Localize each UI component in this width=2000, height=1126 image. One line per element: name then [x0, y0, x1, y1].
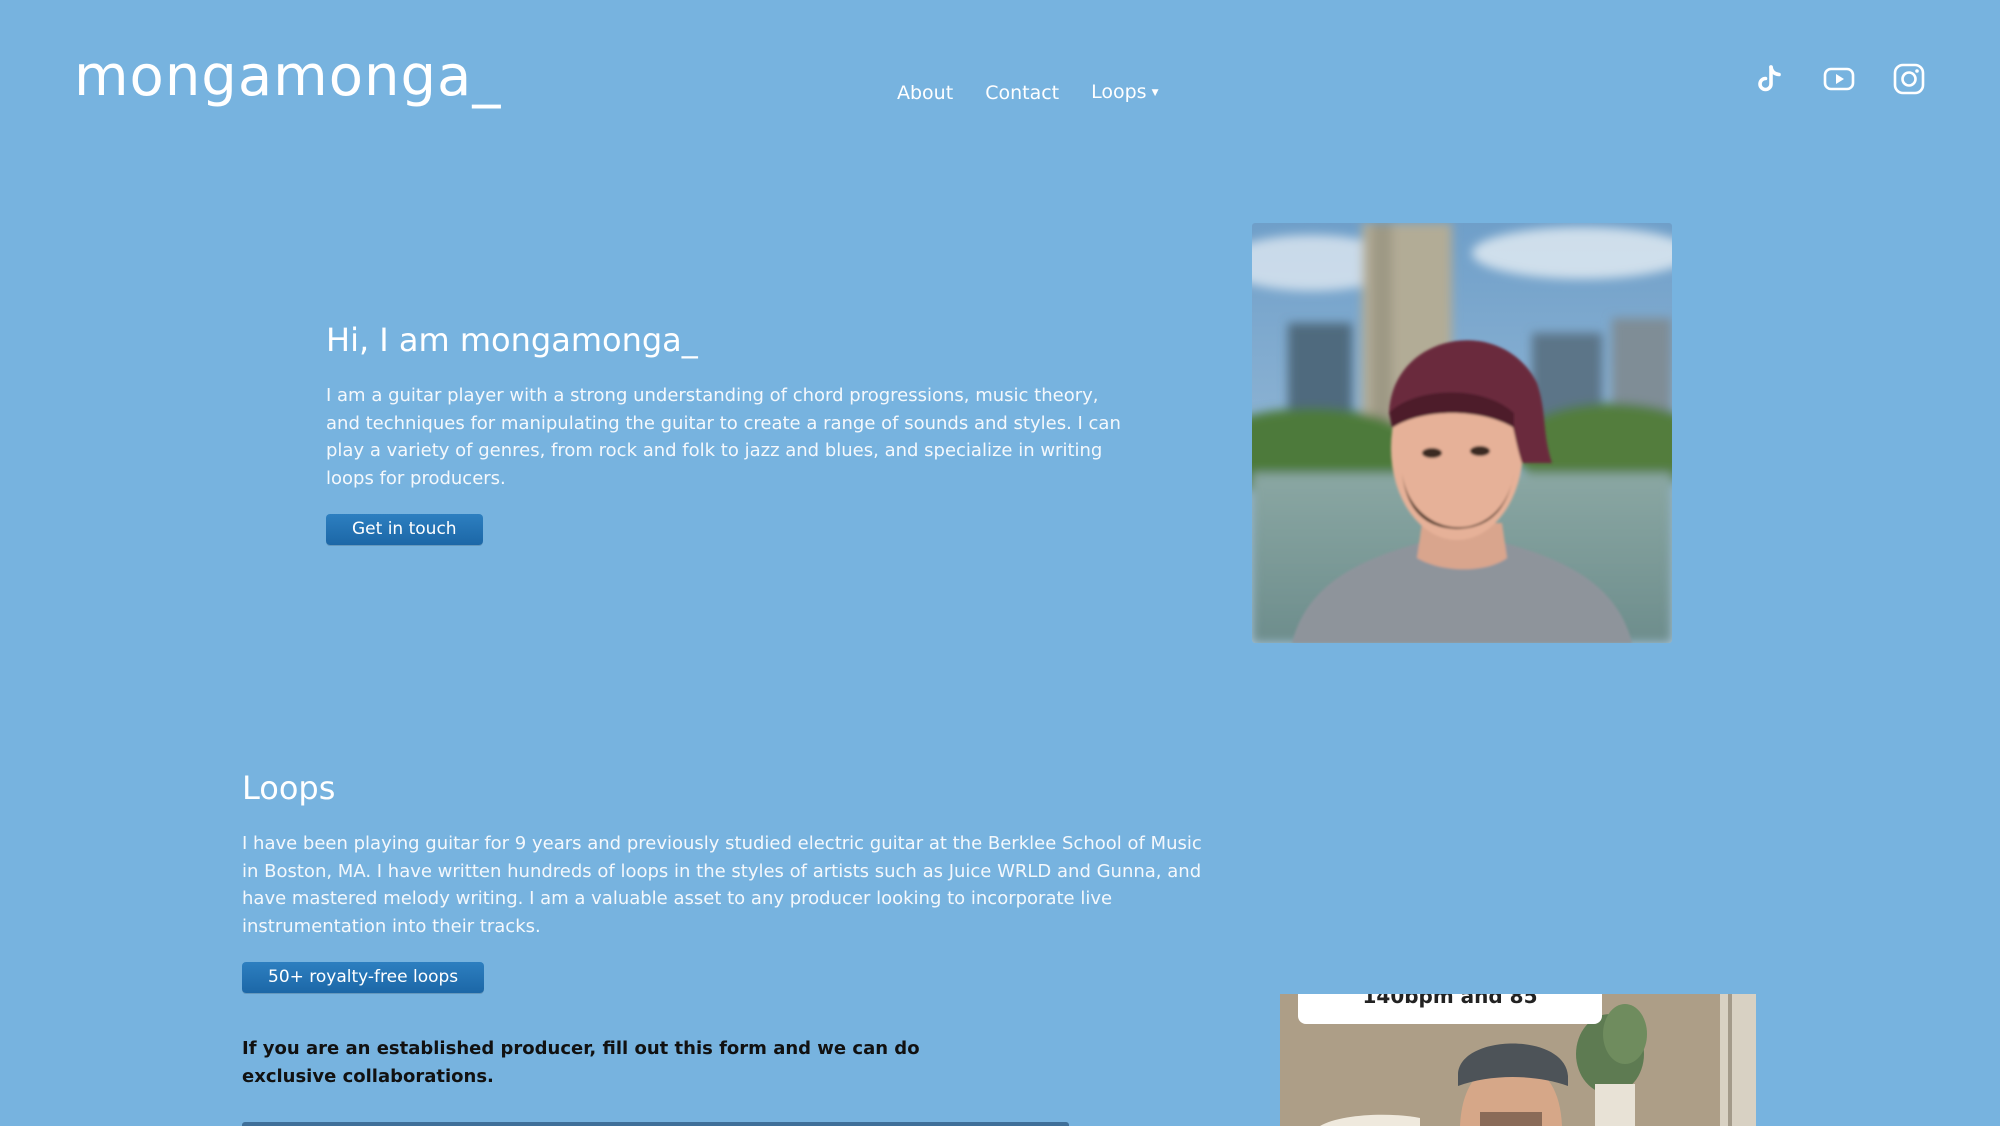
hero-description: I am a guitar player with a strong under… [326, 385, 1121, 489]
video-preview[interactable]: 140bpm and 85 [1280, 994, 1756, 1126]
instagram-icon[interactable] [1892, 62, 1926, 96]
tiktok-icon[interactable] [1752, 62, 1786, 96]
video-caption: 140bpm and 85 [1298, 994, 1602, 1024]
nav-loops-label: Loops [1091, 81, 1147, 103]
caret-down-icon: ▼ [1151, 88, 1159, 98]
form-input-top-edge[interactable] [242, 1122, 1069, 1126]
hero-title: Hi, I am mongamonga_ [326, 321, 698, 359]
loops-description: I have been playing guitar for 9 years a… [242, 833, 1202, 937]
social-links [1752, 62, 1926, 96]
royalty-free-loops-button[interactable]: 50+ royalty-free loops [242, 962, 485, 993]
loops-section-title: Loops [242, 769, 336, 807]
nav-contact-link[interactable]: Contact [985, 81, 1059, 105]
form-intro-text: If you are an established producer, fill… [242, 1038, 920, 1087]
profile-photo [1252, 223, 1672, 643]
nav-loops-dropdown[interactable]: Loops ▼ [1091, 80, 1158, 105]
youtube-icon[interactable] [1822, 62, 1856, 96]
nav-about-link[interactable]: About [897, 81, 953, 105]
site-logo[interactable]: mongamonga_ [74, 44, 501, 110]
get-in-touch-button[interactable]: Get in touch [326, 514, 483, 545]
main-nav: About Contact Loops ▼ [897, 80, 1159, 105]
